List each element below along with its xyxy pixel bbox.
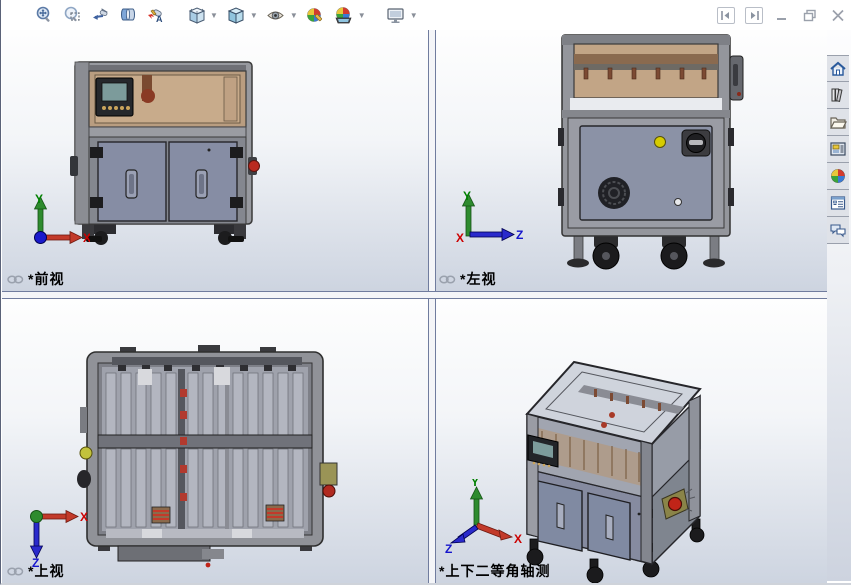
viewport-front-label: *前视 xyxy=(7,269,64,289)
file-explorer-tab[interactable] xyxy=(826,109,849,136)
graphics-area: Y X *前视 Y X Z *左视 X Z *上视 Y X Z *上下二等角轴测 xyxy=(2,30,827,583)
svg-text:X: X xyxy=(456,231,464,245)
svg-text:Y: Y xyxy=(471,479,479,489)
horizontal-splitter[interactable] xyxy=(2,291,827,299)
svg-text:X: X xyxy=(83,231,90,245)
appearances-tab[interactable] xyxy=(826,163,849,190)
iso-view-triad: Y X Z xyxy=(445,479,522,555)
viewport-iso[interactable]: Y X Z *上下二等角轴测 xyxy=(434,297,827,583)
apply-scene-dropdown[interactable]: ▼ xyxy=(358,11,366,20)
viewport-left[interactable]: Y X Z *左视 xyxy=(434,30,827,291)
zoom-to-area-icon[interactable] xyxy=(60,3,84,27)
view-palette-tab[interactable] xyxy=(826,136,849,163)
task-pane xyxy=(826,30,851,581)
svg-text:X: X xyxy=(80,510,88,524)
viewport-left-label: *左视 xyxy=(439,269,496,289)
hide-show-items-dropdown[interactable]: ▼ xyxy=(290,11,298,20)
svg-text:X: X xyxy=(514,532,522,546)
previous-view-icon[interactable] xyxy=(88,3,112,27)
apply-scene-icon[interactable] xyxy=(332,3,356,27)
viewport-iso-label: *上下二等角轴测 xyxy=(439,563,551,579)
minimize-button[interactable] xyxy=(773,6,791,24)
section-view-icon[interactable] xyxy=(116,3,140,27)
left-view-triad: Y X Z xyxy=(456,190,523,245)
custom-properties-tab[interactable] xyxy=(826,190,849,217)
view-settings-icon[interactable] xyxy=(384,3,408,27)
solidworks-window: A ▼ ▼ ▼ ▼ ▼ Y X *前视 Y X Z *左视 X Z *上视 Y … xyxy=(0,0,851,585)
heads-up-view-toolbar: A ▼ ▼ ▼ ▼ ▼ xyxy=(2,0,851,30)
collapse-pane-left-button[interactable] xyxy=(717,6,735,24)
svg-text:Y: Y xyxy=(35,193,43,206)
link-icon xyxy=(439,275,456,283)
viewport-front[interactable]: Y X *前视 xyxy=(2,30,428,291)
edit-appearance-icon[interactable] xyxy=(304,3,328,27)
front-view-triad: Y X xyxy=(33,193,90,245)
collapse-pane-right-button[interactable] xyxy=(745,6,763,24)
display-style-icon[interactable] xyxy=(224,3,248,27)
display-style-dropdown[interactable]: ▼ xyxy=(250,11,258,20)
design-library-tab[interactable] xyxy=(826,82,849,109)
restore-button[interactable] xyxy=(801,6,819,24)
link-icon xyxy=(7,567,24,575)
vertical-splitter[interactable] xyxy=(428,30,436,583)
close-button[interactable] xyxy=(829,6,847,24)
home-tab[interactable] xyxy=(826,55,849,82)
view-settings-dropdown[interactable]: ▼ xyxy=(410,11,418,20)
zoom-to-fit-icon[interactable] xyxy=(32,3,56,27)
link-icon xyxy=(7,275,24,283)
view-orientation-icon[interactable] xyxy=(184,3,208,27)
forum-tab[interactable] xyxy=(826,217,849,244)
hide-show-items-icon[interactable] xyxy=(264,3,288,27)
viewport-top-label: *上视 xyxy=(7,561,64,581)
window-controls xyxy=(717,6,847,24)
svg-text:Z: Z xyxy=(516,228,523,242)
svg-text:Y: Y xyxy=(463,190,471,203)
svg-text:A: A xyxy=(156,14,163,24)
svg-text:Z: Z xyxy=(445,542,452,555)
top-view-triad: X Z xyxy=(29,509,88,568)
view-orientation-dropdown[interactable]: ▼ xyxy=(210,11,218,20)
annotation-views-icon[interactable]: A xyxy=(144,3,168,27)
viewport-top[interactable]: X Z *上视 xyxy=(2,297,428,583)
